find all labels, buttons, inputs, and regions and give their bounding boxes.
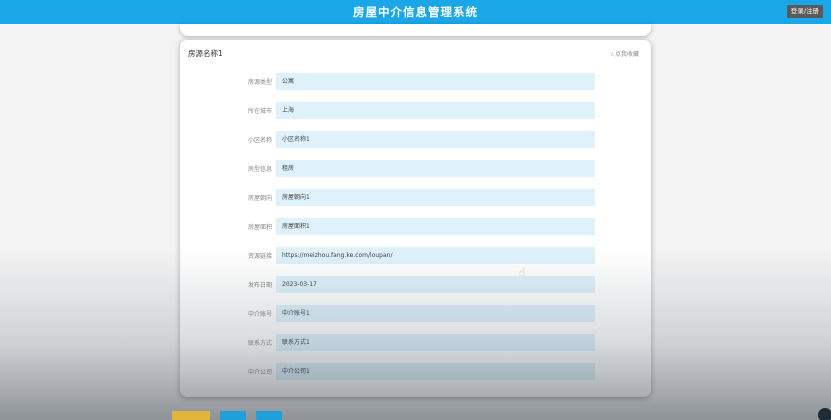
top-header-bar: 房屋中介信息管理系统 登录/注册 <box>0 0 831 24</box>
property-detail-card: 房源名称1 ☆点我收藏 房源类型 公寓 所在城市 上海 小区名称 小区名称1 房… <box>180 40 651 397</box>
field-row-community: 小区名称 小区名称1 <box>180 131 651 148</box>
field-value: 上海 <box>276 102 595 119</box>
property-name-title: 房源名称1 <box>188 49 223 58</box>
field-value: 房屋朝向1 <box>276 189 595 206</box>
field-label: 联系方式 <box>247 340 272 347</box>
field-row-orientation: 房屋朝向 房屋朝向1 <box>180 189 651 206</box>
floating-widget-icon[interactable] <box>818 408 831 420</box>
field-value: 租房 <box>276 160 595 177</box>
field-label: 发布日期 <box>247 282 272 289</box>
field-label: 房型信息 <box>247 166 272 173</box>
field-row-resource-link: 资源链接 https://meizhou.fang.ke.com/loupan/ <box>180 247 651 264</box>
field-value: https://meizhou.fang.ke.com/loupan/ <box>276 247 595 264</box>
field-label: 中介账号 <box>247 311 272 318</box>
field-label: 房屋面积 <box>247 224 272 231</box>
field-value: 小区名称1 <box>276 131 595 148</box>
favorite-label: ☆点我收藏 <box>609 51 639 58</box>
field-label: 小区名称 <box>247 137 272 144</box>
field-label: 所在城市 <box>247 108 272 115</box>
field-label: 中介公司 <box>247 369 272 376</box>
hand-cursor-icon: ☝ <box>519 266 526 279</box>
field-row-room-type: 房型信息 租房 <box>180 160 651 177</box>
field-value: 房屋面积1 <box>276 218 595 235</box>
field-row-agent-account: 中介账号 中介账号1 <box>180 305 651 322</box>
field-value: 中介账号1 <box>276 305 595 322</box>
app-title: 房屋中介信息管理系统 <box>353 5 478 19</box>
previous-card-edge <box>180 24 651 36</box>
bottom-action-button-2[interactable] <box>220 411 246 420</box>
field-row-publish-date: 发布日期 2023-03-17 <box>180 276 651 293</box>
bottom-action-button-3[interactable] <box>256 411 282 420</box>
field-row-property-type: 房源类型 公寓 <box>180 73 651 90</box>
field-row-contact: 联系方式 联系方式1 <box>180 334 651 351</box>
login-register-button[interactable]: 登录/注册 <box>786 5 823 18</box>
field-row-area: 房屋面积 房屋面积1 <box>180 218 651 235</box>
field-label: 房屋朝向 <box>247 195 272 202</box>
favorite-button[interactable]: ☆点我收藏 <box>610 49 639 58</box>
field-row-city: 所在城市 上海 <box>180 102 651 119</box>
field-label: 房源类型 <box>247 79 272 86</box>
field-label: 资源链接 <box>247 253 272 260</box>
field-value: 中介公司1 <box>276 363 595 380</box>
field-row-agent-company: 中介公司 中介公司1 <box>180 363 651 380</box>
field-value: 联系方式1 <box>276 334 595 351</box>
field-value: 公寓 <box>276 73 595 90</box>
bottom-action-button-1[interactable] <box>172 411 210 420</box>
field-value: 2023-03-17 <box>276 276 595 293</box>
